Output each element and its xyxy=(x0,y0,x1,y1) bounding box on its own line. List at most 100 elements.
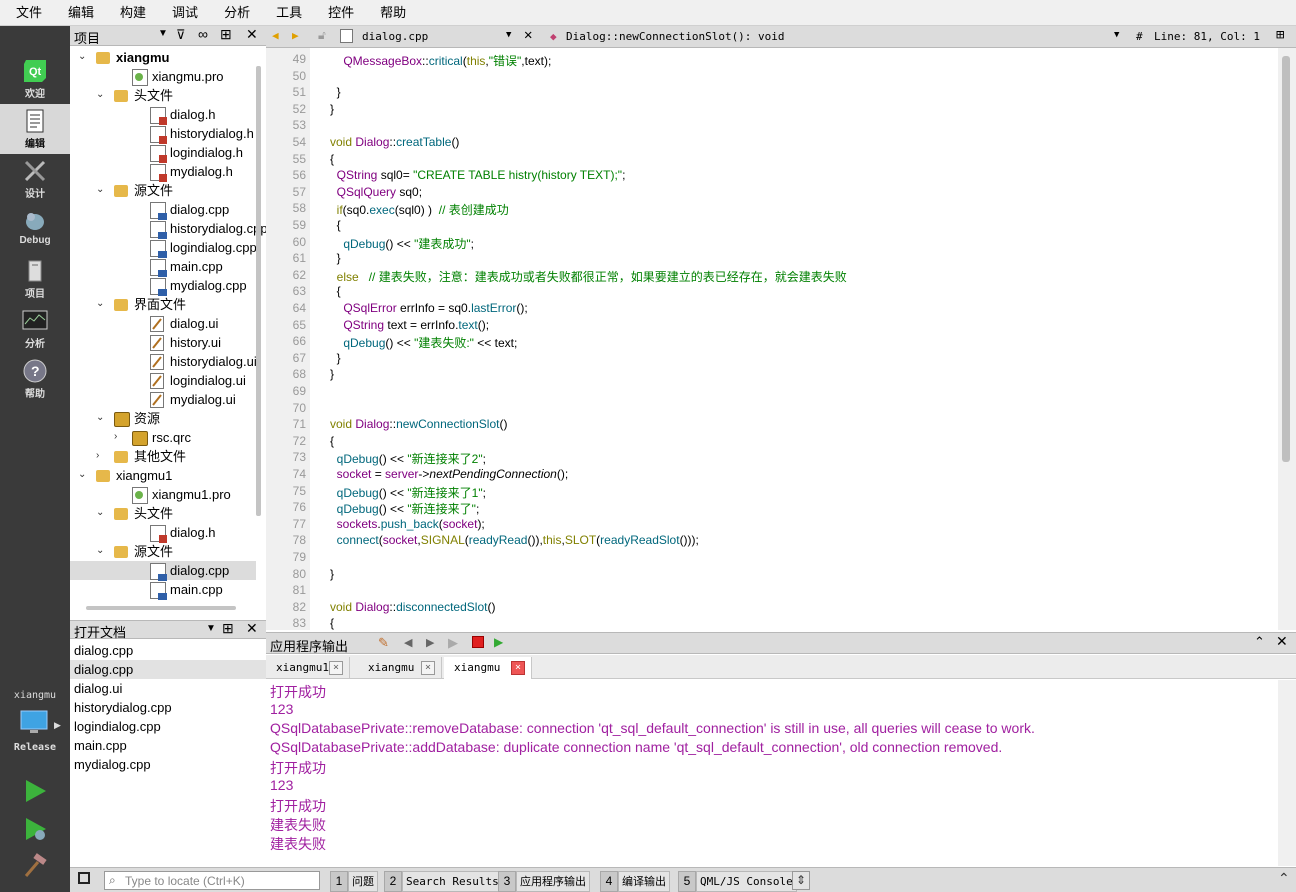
debug-run-button[interactable] xyxy=(22,816,48,845)
output-pane-button[interactable]: 1 问题 xyxy=(330,871,378,892)
tree-item[interactable]: history.ui xyxy=(70,333,256,352)
tree-item[interactable]: ⌄ 头文件 xyxy=(70,504,256,523)
tree-item[interactable]: historydialog.ui xyxy=(70,352,257,371)
menu-debug[interactable]: 调试 xyxy=(160,0,210,26)
stop-icon[interactable] xyxy=(472,636,484,648)
expand-chevron-down-icon[interactable]: ⌄ xyxy=(96,546,106,556)
open-document-item[interactable]: dialog.cpp xyxy=(70,660,266,679)
close-icon[interactable]: ✕ xyxy=(246,620,258,637)
mode-welcome[interactable]: Qt 欢迎 xyxy=(0,54,70,104)
menu-tools[interactable]: 工具 xyxy=(264,0,314,26)
kit-chevron-icon[interactable]: ▶ xyxy=(54,720,61,731)
tree-item[interactable]: historydialog.h xyxy=(70,124,256,144)
open-document-item[interactable]: dialog.ui xyxy=(70,679,266,698)
close-tab-icon[interactable]: × xyxy=(421,661,435,675)
tree-item[interactable]: dialog.cpp xyxy=(70,561,256,581)
mode-projects[interactable]: 项目 xyxy=(0,254,70,304)
output-pane-button[interactable]: 3 应用程序输出 xyxy=(498,871,590,892)
file-selector-chevron-icon[interactable]: ▼ xyxy=(506,30,511,40)
split-icon[interactable]: ⊞ xyxy=(222,620,234,637)
tree-item[interactable]: xiangmu1.pro xyxy=(70,485,256,504)
nav-back-icon[interactable]: ◀ xyxy=(272,29,279,42)
kit-selector[interactable] xyxy=(20,710,50,736)
attach-debugger-icon[interactable]: ▶ xyxy=(494,635,503,649)
tree-item[interactable]: ⌄ 源文件 xyxy=(70,181,256,200)
close-tab-icon[interactable]: × xyxy=(329,661,343,675)
close-document-icon[interactable]: ✕ xyxy=(524,27,532,43)
clear-output-icon[interactable]: ✎ xyxy=(378,635,389,651)
project-tree-scrollbar[interactable] xyxy=(256,66,261,516)
open-document-item[interactable]: historydialog.cpp xyxy=(70,698,266,717)
tree-item[interactable]: historydialog.cpp xyxy=(70,219,266,239)
project-tree-hscrollbar[interactable] xyxy=(86,606,236,610)
tree-item[interactable]: ⌄ 头文件 xyxy=(70,86,256,105)
tree-item[interactable]: ⌄ 源文件 xyxy=(70,542,256,561)
mode-analyze[interactable]: 分析 xyxy=(0,304,70,354)
tree-item[interactable]: logindialog.ui xyxy=(70,371,256,390)
expand-chevron-down-icon[interactable]: ⌄ xyxy=(96,299,106,309)
open-docs-chevron-icon[interactable]: ▼ xyxy=(206,623,216,634)
tree-item[interactable]: logindialog.h xyxy=(70,143,256,163)
expand-chevron-right-icon[interactable]: › xyxy=(96,451,106,461)
open-document-item[interactable]: logindialog.cpp xyxy=(70,717,266,736)
code-editor[interactable]: QMessageBox::critical(this,"错误",text); }… xyxy=(310,48,1278,630)
menu-edit[interactable]: 编辑 xyxy=(56,0,106,26)
symbol-selector[interactable]: Dialog::newConnectionSlot(): void xyxy=(566,30,785,43)
nav-forward-icon[interactable]: ▶ xyxy=(292,29,299,42)
tree-item[interactable]: main.cpp xyxy=(70,580,256,600)
mode-edit[interactable]: 编辑 xyxy=(0,104,70,154)
view-selector-chevron-icon[interactable]: ▼ xyxy=(158,28,168,39)
tree-item[interactable]: dialog.h xyxy=(70,105,256,125)
mode-debug[interactable]: Debug xyxy=(0,204,70,254)
tree-item[interactable]: mydialog.cpp xyxy=(70,276,256,296)
expand-chevron-down-icon[interactable]: ⌄ xyxy=(78,470,88,480)
tree-item[interactable]: xiangmu.pro xyxy=(70,67,256,86)
close-pane-icon[interactable]: ✕ xyxy=(1276,633,1288,650)
tree-item[interactable]: ⌄ xiangmu xyxy=(70,48,256,67)
tree-item[interactable]: › 其他文件 xyxy=(70,447,256,466)
open-document-item[interactable]: mydialog.cpp xyxy=(70,755,266,774)
tree-item[interactable]: logindialog.cpp xyxy=(70,238,257,258)
application-output[interactable]: 打开成功 123 QSqlDatabasePrivate::removeDataba… xyxy=(266,680,1278,866)
output-tab[interactable]: xiangmu × xyxy=(358,657,442,679)
link-icon[interactable]: ∞ xyxy=(198,26,208,42)
next-item-icon[interactable]: ▶ xyxy=(426,636,434,649)
open-document-item[interactable]: main.cpp xyxy=(70,736,266,755)
menu-controls[interactable]: 控件 xyxy=(316,0,366,26)
menu-analyze[interactable]: 分析 xyxy=(212,0,262,26)
output-pane-button[interactable]: 2 Search Results xyxy=(384,871,503,892)
expand-chevron-down-icon[interactable]: ⌄ xyxy=(96,508,106,518)
split-icon[interactable]: ⊞ xyxy=(220,26,232,43)
toggle-sidebar-icon[interactable] xyxy=(78,872,90,884)
tree-item[interactable]: ⌄ 资源 xyxy=(70,409,256,428)
menu-file[interactable]: 文件 xyxy=(4,0,54,26)
tree-item[interactable]: dialog.cpp xyxy=(70,200,256,220)
lock-icon[interactable]: 🔓︎ xyxy=(318,28,326,43)
tree-item[interactable]: ⌄ xiangmu1 xyxy=(70,466,256,485)
open-document-item[interactable]: dialog.cpp xyxy=(70,641,266,660)
mode-design[interactable]: 设计 xyxy=(0,154,70,204)
output-pane-button[interactable]: 4 编译输出 xyxy=(600,871,670,892)
mode-help[interactable]: ? 帮助 xyxy=(0,354,70,404)
tree-item[interactable]: dialog.ui xyxy=(70,314,256,333)
output-tab[interactable]: xiangmu1 × xyxy=(266,657,350,679)
expand-chevron-down-icon[interactable]: ⌄ xyxy=(78,52,88,62)
expand-chevron-down-icon[interactable]: ⌄ xyxy=(96,413,106,423)
progress-details-icon[interactable]: ⌃ xyxy=(1278,870,1290,887)
expand-chevron-right-icon[interactable]: › xyxy=(114,432,124,442)
run-button[interactable] xyxy=(22,778,48,807)
close-tab-icon[interactable]: × xyxy=(511,661,525,675)
pane-list-stepper-icon[interactable]: ⇕ xyxy=(792,871,810,890)
tree-item[interactable]: › rsc.qrc xyxy=(70,428,256,447)
expand-chevron-down-icon[interactable]: ⌄ xyxy=(96,90,106,100)
output-scrollbar[interactable] xyxy=(1278,680,1296,866)
expand-chevron-down-icon[interactable]: ⌄ xyxy=(96,185,106,195)
prev-item-icon[interactable]: ◀ xyxy=(404,636,412,649)
current-file-name[interactable]: dialog.cpp xyxy=(362,30,428,43)
split-editor-icon[interactable]: ⊞ xyxy=(1276,27,1284,43)
locate-input[interactable]: ⌕ Type to locate (Ctrl+K) xyxy=(104,871,320,890)
tree-item[interactable]: mydialog.h xyxy=(70,162,256,182)
tree-item[interactable]: mydialog.ui xyxy=(70,390,256,409)
maximize-pane-icon[interactable]: ⌃ xyxy=(1254,634,1265,650)
tree-item[interactable]: ⌄ 界面文件 xyxy=(70,295,256,314)
